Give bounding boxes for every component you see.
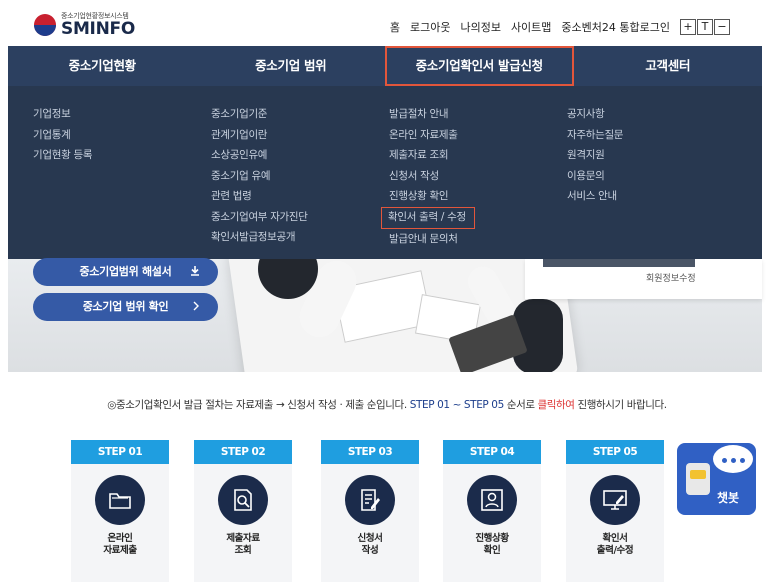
- sitemap-link[interactable]: 사이트맵: [511, 19, 551, 35]
- menu-item[interactable]: 중소기업 유예: [211, 166, 308, 187]
- step-number: STEP 04: [443, 440, 541, 464]
- font-reset-button[interactable]: T: [697, 19, 713, 35]
- chatbot-label: 챗봇: [717, 491, 740, 505]
- menu-item[interactable]: 중소기업기준: [211, 104, 308, 125]
- menu-item[interactable]: 공지사항: [567, 104, 623, 125]
- member-edit-link[interactable]: 회원정보수정: [646, 271, 696, 284]
- document-search-icon: [218, 475, 268, 525]
- notice-click-emphasis: 클릭하여: [537, 399, 575, 411]
- font-decrease-button[interactable]: −: [714, 19, 730, 35]
- chat-bubble-icon: [711, 443, 755, 475]
- menu-item[interactable]: 기업현황 등록: [33, 145, 93, 166]
- menu-item[interactable]: 서비스 안내: [567, 186, 623, 207]
- step-card-submitted-lookup[interactable]: STEP 02 제출자료 조회: [194, 440, 292, 582]
- menu-item[interactable]: 중소기업여부 자가진단: [211, 207, 308, 228]
- notice-text: 진행하시기 바랍니다.: [574, 399, 668, 411]
- robot-icon: [686, 463, 710, 495]
- mega-menu: 기업정보 기업통계 기업현황 등록 중소기업기준 관계기업이란 소상공인유예 중…: [8, 86, 762, 259]
- chevron-right-icon: [192, 293, 200, 321]
- scope-check-button[interactable]: 중소기업 범위 확인: [33, 293, 218, 321]
- step-number: STEP 01: [71, 440, 169, 464]
- notice-steps-range: STEP 01 ~ STEP 05: [409, 399, 505, 411]
- menu-column-status: 기업정보 기업통계 기업현황 등록: [33, 104, 93, 166]
- menu-item-certificate-print[interactable]: 확인서 출력 / 수정: [381, 206, 475, 229]
- step-card-certificate-print[interactable]: STEP 05 확인서 출력/수정: [566, 440, 664, 582]
- site-logo[interactable]: 중소기업현황정보시스템 SMINFO: [34, 12, 135, 38]
- member-panel-bar: [543, 259, 695, 267]
- download-icon: [190, 258, 200, 286]
- member-panel: 회원정보수정: [525, 259, 762, 299]
- font-size-controls: + T −: [679, 19, 730, 35]
- menu-item[interactable]: 원격지원: [567, 145, 623, 166]
- logout-link[interactable]: 로그아웃: [410, 19, 450, 35]
- step-card-online-submission[interactable]: STEP 01 온라인 자료제출: [71, 440, 169, 582]
- menu-item[interactable]: 기업통계: [33, 125, 92, 146]
- menu-item[interactable]: 제출자료 조회: [389, 145, 475, 166]
- step-label: 신청서 작성: [357, 533, 383, 556]
- step-label: 진행상황 확인: [475, 533, 509, 556]
- step-card-progress-check[interactable]: STEP 04 진행상황 확인: [443, 440, 541, 582]
- menu-column-scope: 중소기업기준 관계기업이란 소상공인유예 중소기업 유예 관련 법령 중소기업여…: [211, 104, 308, 248]
- logo-title: SMINFO: [61, 19, 135, 39]
- menu-item[interactable]: 관련 법령: [211, 186, 308, 207]
- menu-item[interactable]: 기업정보: [33, 104, 92, 125]
- cta-label: 중소기업 범위 확인: [82, 300, 169, 313]
- procedure-notice: ◎중소기업확인서 발급 절차는 자료제출 → 신청서 작성 · 제출 순입니다.…: [0, 397, 774, 412]
- notice-text: ◎중소기업확인서 발급 절차는 자료제출 → 신청서 작성 · 제출 순입니다.: [107, 399, 410, 411]
- menu-item[interactable]: 확인서발급정보공개: [211, 227, 308, 248]
- chatbot-button[interactable]: 챗봇: [677, 443, 756, 515]
- menu-column-customer: 공지사항 자주하는질문 원격지원 이용문의 서비스 안내: [567, 104, 623, 207]
- integrated-login-link[interactable]: 중소벤처24 통합로그인: [561, 19, 670, 35]
- menu-item[interactable]: 자주하는질문: [567, 125, 623, 146]
- step-label: 확인서 출력/수정: [596, 533, 634, 556]
- menu-item[interactable]: 관계기업이란: [211, 125, 308, 146]
- menu-item[interactable]: 발급안내 문의처: [389, 229, 475, 250]
- font-increase-button[interactable]: +: [680, 19, 696, 35]
- menu-item[interactable]: 발급절차 안내: [389, 104, 475, 125]
- site-header: 중소기업현황정보시스템 SMINFO 홈 로그아웃 나의정보 사이트맵 중소벤처…: [8, 8, 762, 46]
- nav-sme-status[interactable]: 중소기업현황: [8, 46, 197, 86]
- step-label: 제출자료 조회: [226, 533, 260, 556]
- monitor-print-icon: [590, 475, 640, 525]
- my-info-link[interactable]: 나의정보: [460, 19, 500, 35]
- step-card-application-write[interactable]: STEP 03 신청서 작성: [321, 440, 419, 582]
- step-number: STEP 05: [566, 440, 664, 464]
- menu-item[interactable]: 소상공인유예: [211, 145, 308, 166]
- taegeuk-logo-icon: [34, 14, 56, 36]
- step-number: STEP 03: [321, 440, 419, 464]
- nav-certificate-apply[interactable]: 중소기업확인서 발급신청: [385, 46, 574, 86]
- step-number: STEP 02: [194, 440, 292, 464]
- scope-guide-download-button[interactable]: 중소기업범위 해설서: [33, 258, 218, 286]
- menu-column-certificate: 발급절차 안내 온라인 자료제출 제출자료 조회 신청서 작성 진행상황 확인 …: [381, 104, 475, 250]
- home-link[interactable]: 홈: [390, 19, 400, 35]
- menu-item[interactable]: 온라인 자료제출: [389, 125, 475, 146]
- step-label: 온라인 자료제출: [103, 533, 137, 556]
- menu-item[interactable]: 신청서 작성: [389, 166, 475, 187]
- main-nav: 중소기업현황 중소기업 범위 중소기업확인서 발급신청 고객센터: [8, 46, 762, 86]
- menu-item[interactable]: 이용문의: [567, 166, 623, 187]
- form-write-icon: [345, 475, 395, 525]
- nav-customer-center[interactable]: 고객센터: [574, 46, 763, 86]
- folder-icon: [95, 475, 145, 525]
- menu-item[interactable]: 진행상황 확인: [389, 186, 475, 207]
- utility-links: 홈 로그아웃 나의정보 사이트맵 중소벤처24 통합로그인 + T −: [380, 19, 730, 35]
- cta-label: 중소기업범위 해설서: [79, 265, 172, 278]
- user-status-icon: [467, 475, 517, 525]
- nav-sme-scope[interactable]: 중소기업 범위: [197, 46, 386, 86]
- notice-text: 순서로: [503, 399, 538, 411]
